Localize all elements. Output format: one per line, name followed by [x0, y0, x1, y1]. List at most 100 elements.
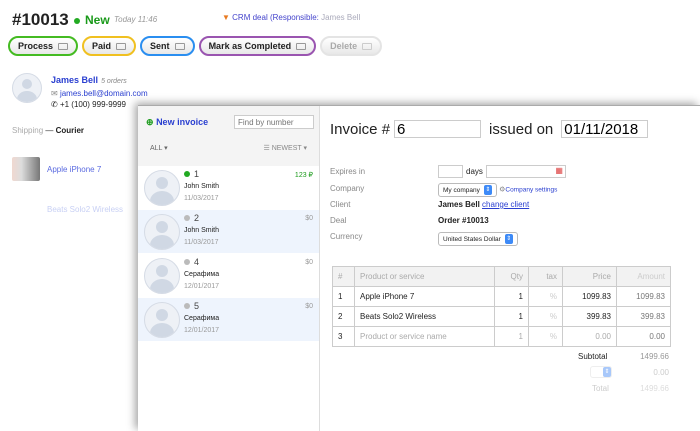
status-dot-icon: [74, 17, 80, 24]
invoice-list-item[interactable]: 5 Серафима 12/01/2017 $0: [138, 298, 319, 342]
invoice-number: 5: [184, 301, 199, 311]
envelope-icon: ✉: [51, 89, 58, 98]
invoice-amount: $0: [305, 303, 313, 310]
amount-value: 0.00: [616, 326, 671, 347]
filter-dropdown[interactable]: ALL ▾: [150, 144, 168, 152]
product-link[interactable]: Apple iPhone 7: [47, 165, 101, 174]
customer-avatar: [12, 73, 42, 103]
currency-label: Currency: [330, 232, 363, 241]
status-dot-icon: [184, 259, 190, 265]
crm-person: James Bell: [321, 13, 361, 22]
company-select[interactable]: My company ⇕: [438, 183, 497, 197]
tax-select[interactable]: ⇕: [590, 366, 612, 378]
table-row: 2 Beats Solo2 Wireless 1 % 399.83 399.83: [332, 306, 671, 327]
invoice-list-item[interactable]: 4 Серафима 12/01/2017 $0: [138, 254, 319, 298]
invoice-list-item[interactable]: 2 John Smith 11/03/2017 $0: [138, 210, 319, 254]
price-input[interactable]: 399.83: [562, 306, 617, 327]
action-buttons: Process Paid Sent Mark as Completed Dele…: [8, 36, 383, 56]
funnel-icon: ▼: [222, 13, 230, 22]
expires-days-input[interactable]: [438, 165, 463, 178]
invoice-number-input[interactable]: [394, 120, 482, 138]
process-button[interactable]: Process: [8, 36, 79, 56]
tax-input[interactable]: %: [528, 326, 563, 347]
envelope-icon: [174, 42, 185, 50]
tax-input[interactable]: %: [528, 286, 563, 307]
invoice-date: 12/01/2017: [184, 327, 220, 334]
plus-icon: ⊕: [146, 117, 154, 127]
delete-button[interactable]: Delete: [320, 36, 383, 56]
status-dot-icon: [184, 171, 190, 177]
tax-value: 0.00: [653, 368, 669, 377]
invoice-amount: $0: [305, 215, 313, 222]
product-input[interactable]: Apple iPhone 7: [354, 286, 495, 307]
customer-phone: +1 (100) 999-9999: [59, 100, 126, 109]
issued-label: issued on: [489, 120, 554, 138]
deal-value: Order #10013: [438, 216, 489, 225]
phone-icon: ✆: [51, 100, 58, 109]
status-label: New: [85, 13, 110, 27]
row-number: 2: [332, 306, 355, 327]
issued-date-input[interactable]: [561, 120, 649, 138]
product-input[interactable]: Product or service name: [354, 326, 495, 347]
client-name: John Smith: [184, 183, 220, 190]
product-input[interactable]: Beats Solo2 Wireless: [354, 306, 495, 327]
currency-select[interactable]: United States Dollar ⇕: [438, 232, 518, 246]
customer-email-link[interactable]: james.bell@domain.com: [60, 89, 148, 98]
qty-input[interactable]: 1: [494, 286, 529, 307]
client-avatar: [144, 170, 180, 206]
company-settings-link[interactable]: Company settings: [505, 187, 557, 194]
order-number: #10013: [12, 10, 69, 29]
amount-value: 399.83: [616, 306, 671, 327]
subtotal-value: 1499.66: [640, 352, 669, 361]
table-header: # Product or service Qty tax Price Amount: [332, 266, 671, 287]
mark-completed-button[interactable]: Mark as Completed: [198, 36, 317, 56]
crm-deal-link[interactable]: ▼ CRM deal (Responsible: James Bell: [222, 13, 360, 22]
days-label: days: [466, 167, 483, 176]
sent-button[interactable]: Sent: [140, 36, 195, 56]
row-number: 1: [332, 286, 355, 307]
calendar-icon: ▦: [555, 166, 563, 175]
client-name: James Bell: [438, 200, 480, 209]
change-client-link[interactable]: change client: [482, 200, 529, 209]
tax-input[interactable]: %: [528, 306, 563, 327]
status-dot-icon: [184, 303, 190, 309]
client-name: Серафима: [184, 271, 220, 278]
envelope-icon: [116, 42, 127, 50]
list-icon: ☰: [263, 145, 270, 152]
invoice-date: 12/01/2017: [184, 283, 220, 290]
price-input[interactable]: 1099.83: [562, 286, 617, 307]
product-link[interactable]: Beats Solo2 Wireless: [47, 205, 123, 214]
expires-date-input[interactable]: ▦: [485, 165, 566, 178]
status-dot-icon: [184, 215, 190, 221]
invoice-date: 11/03/2017: [184, 239, 219, 246]
paid-button[interactable]: Paid: [82, 36, 137, 56]
envelope-icon: [58, 42, 69, 50]
invoice-items-table: # Product or service Qty tax Price Amount 1 A…: [332, 266, 671, 347]
invoice-amount: 123 ₽: [294, 172, 313, 179]
crm-label: CRM deal (Responsible:: [232, 13, 319, 22]
expires-label: Expires in: [330, 167, 366, 176]
qty-input[interactable]: 1: [494, 306, 529, 327]
invoice-panel: ⊕ New invoice ALL ▾ ☰ NEWEST ▾ 1 John Sm…: [138, 105, 700, 431]
amount-value: 1099.83: [616, 286, 671, 307]
invoice-list-item[interactable]: 1 John Smith 11/03/2017 123 ₽: [138, 166, 319, 210]
invoice-title: Invoice #: [330, 120, 391, 138]
client-name: John Smith: [184, 227, 220, 234]
invoice-date: 11/03/2017: [184, 195, 219, 202]
total-label: Total: [592, 384, 609, 393]
client-avatar: [144, 214, 180, 250]
price-input[interactable]: 0.00: [562, 326, 617, 347]
invoice-header: Invoice # issued on: [330, 120, 649, 138]
deal-label: Deal: [330, 216, 347, 225]
client-avatar: [144, 258, 180, 294]
sort-dropdown[interactable]: ☰ NEWEST ▾: [263, 144, 307, 152]
find-by-number-input[interactable]: [234, 115, 314, 129]
table-row: 1 Apple iPhone 7 1 % 1099.83 1099.83: [332, 286, 671, 307]
new-invoice-button[interactable]: ⊕ New invoice: [146, 117, 208, 128]
customer-name-link[interactable]: James Bell: [51, 75, 98, 85]
row-number: 3: [332, 326, 355, 347]
table-row: 3 Product or service name 1 % 0.00 0.00: [332, 326, 671, 347]
shipping: Shipping — Courier: [12, 126, 85, 135]
subtotal-label: Subtotal: [578, 352, 608, 361]
qty-input[interactable]: 1: [494, 326, 529, 347]
